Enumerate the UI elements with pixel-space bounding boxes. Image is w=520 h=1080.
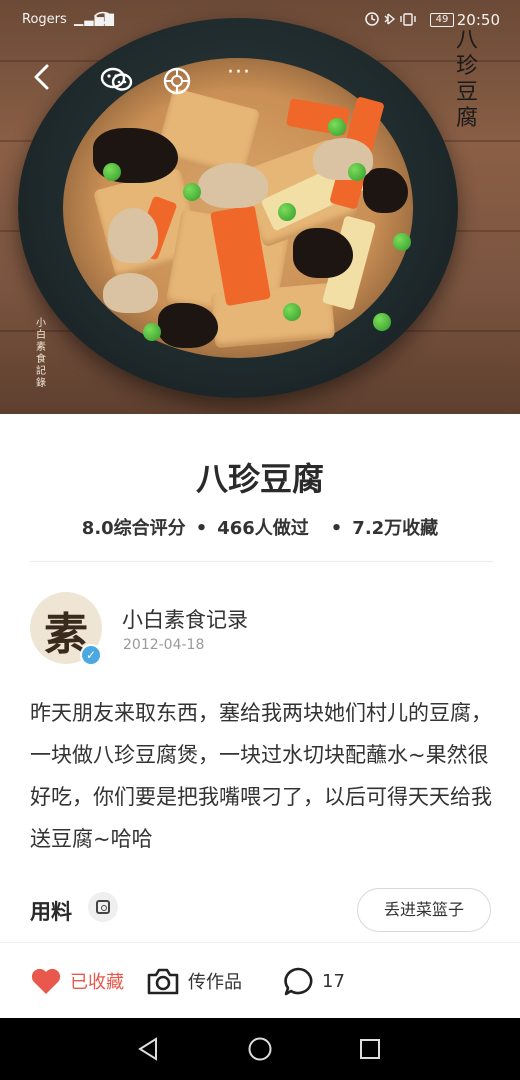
bottom-action-bar: 已收藏 传作品 17 <box>0 942 520 1018</box>
camera-icon <box>147 968 179 995</box>
recipe-title: 八珍豆腐 <box>195 460 324 498</box>
upload-work-button[interactable]: 传作品 <box>146 963 242 999</box>
recipe-description: 昨天朋友来取东西，塞给我两块她们村儿的豆腐，一块做八珍豆腐煲，一块过水切块配蘸水… <box>30 701 492 851</box>
comment-icon <box>284 967 313 996</box>
battery-icon: 49 <box>430 13 454 27</box>
status-time: 20:50 <box>456 11 500 29</box>
comment-count: 17 <box>322 970 345 992</box>
favorites-stat: 7.2万收藏 <box>352 518 439 539</box>
publish-date: 2012-04-18 <box>123 637 205 653</box>
recipe-hero-image: 八珍豆腐 小白素食記錄 Rogers ▁▃▅▇ 49 20:50 ··· <box>0 0 520 414</box>
scale-icon[interactable] <box>88 892 118 922</box>
ingredients-heading: 用料 <box>30 900 72 924</box>
author-avatar[interactable]: 素 ✓ <box>30 592 102 666</box>
recipe-content: 八珍豆腐 8.0综合评分 • 466人做过 • 7.2万收藏 素 ✓ 小白素食记录 20… <box>0 414 520 942</box>
moments-share-icon[interactable] <box>162 66 192 96</box>
wifi-icon <box>93 11 113 29</box>
upload-label: 传作品 <box>188 972 242 993</box>
rating-stat: 8.0综合评分 <box>81 518 186 539</box>
heart-icon <box>31 968 61 994</box>
favorite-button[interactable]: 已收藏 <box>30 963 124 999</box>
carrier-label: Rogers <box>22 12 67 27</box>
more-icon[interactable]: ··· <box>222 62 256 90</box>
add-to-basket-button[interactable]: 丢进菜篮子 <box>357 888 491 932</box>
nav-home-icon[interactable] <box>247 1036 273 1062</box>
hero-overlay-title: 八珍豆腐 <box>455 28 478 131</box>
author-name[interactable]: 小白素食记录 <box>122 604 248 634</box>
favorite-label: 已收藏 <box>70 972 124 993</box>
hero-stamp-text: 小白素食記錄 <box>36 318 46 389</box>
divider <box>30 561 494 562</box>
cooked-stat: 466人做过 <box>217 518 309 539</box>
nav-recents-icon[interactable] <box>357 1036 383 1062</box>
comments-button[interactable]: 17 <box>282 963 345 999</box>
recipe-stats: 8.0综合评分 • 466人做过 • 7.2万收藏 <box>81 518 439 539</box>
status-bar: Rogers ▁▃▅▇ 49 20:50 <box>0 0 520 40</box>
back-icon[interactable] <box>30 62 54 92</box>
verified-badge-icon: ✓ <box>80 644 102 666</box>
system-nav-bar <box>0 1018 520 1080</box>
system-status-icons <box>364 11 424 31</box>
nav-back-icon[interactable] <box>136 1036 162 1062</box>
wechat-share-icon[interactable] <box>100 66 134 94</box>
